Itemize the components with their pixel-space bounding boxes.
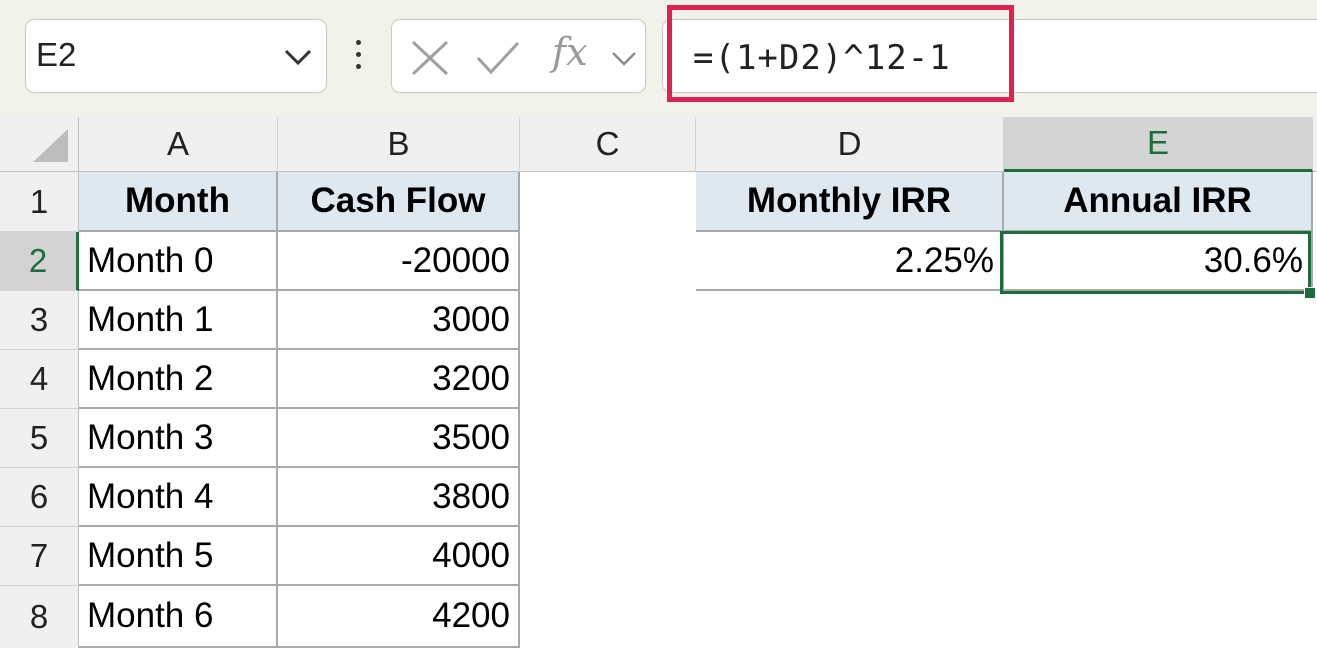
fill-handle[interactable] — [1304, 287, 1316, 299]
more-options-icon[interactable] — [352, 40, 364, 76]
cell-b5[interactable]: 3500 — [278, 409, 520, 468]
row-header-1[interactable]: 1 — [0, 172, 79, 232]
column-header-c[interactable]: C — [520, 117, 696, 172]
cell-a8[interactable]: Month 6 — [79, 586, 278, 648]
row-header-5[interactable]: 5 — [0, 409, 79, 468]
formula-controls: fx — [391, 19, 646, 93]
cell-a7[interactable]: Month 5 — [79, 527, 278, 586]
enter-icon[interactable] — [475, 40, 521, 76]
name-box-value: E2 — [36, 36, 77, 73]
column-header-e[interactable]: E — [1004, 117, 1313, 172]
cell-a6[interactable]: Month 4 — [79, 468, 278, 527]
cell-a5[interactable]: Month 3 — [79, 409, 278, 468]
name-box[interactable]: E2 — [25, 19, 327, 93]
cell-d1[interactable]: Monthly IRR — [696, 172, 1004, 232]
chevron-down-icon[interactable] — [610, 48, 638, 70]
cell-b7[interactable]: 4000 — [278, 527, 520, 586]
row-header-4[interactable]: 4 — [0, 350, 79, 409]
cell-b2[interactable]: -20000 — [278, 232, 520, 291]
cell-a4[interactable]: Month 2 — [79, 350, 278, 409]
column-header-d[interactable]: D — [696, 117, 1004, 172]
cell-a1[interactable]: Month — [79, 172, 278, 232]
select-all-triangle-icon — [33, 129, 68, 162]
cell-b4[interactable]: 3200 — [278, 350, 520, 409]
row-header-8[interactable]: 8 — [0, 586, 79, 648]
active-cell-border — [1000, 231, 1311, 294]
cancel-icon[interactable] — [410, 40, 450, 76]
cell-b1[interactable]: Cash Flow — [278, 172, 520, 232]
column-header-a[interactable]: A — [79, 117, 278, 172]
formula-bar: E2 fx =(1+D2)^12-1 — [0, 0, 1317, 117]
cell-a2[interactable]: Month 0 — [79, 232, 278, 291]
fx-icon[interactable]: fx — [552, 30, 588, 74]
select-all-button[interactable] — [0, 117, 79, 172]
row-header-3[interactable]: 3 — [0, 291, 79, 350]
column-header-b[interactable]: B — [278, 117, 520, 172]
cell-b3[interactable]: 3000 — [278, 291, 520, 350]
formula-highlight-box — [667, 5, 1014, 102]
cell-b6[interactable]: 3800 — [278, 468, 520, 527]
cell-b8[interactable]: 4200 — [278, 586, 520, 648]
chevron-down-icon[interactable] — [282, 44, 314, 70]
row-header-7[interactable]: 7 — [0, 527, 79, 586]
cell-d2[interactable]: 2.25% — [696, 232, 1004, 291]
row-header-6[interactable]: 6 — [0, 468, 79, 527]
cell-a3[interactable]: Month 1 — [79, 291, 278, 350]
row-header-2[interactable]: 2 — [0, 232, 79, 291]
cell-e1[interactable]: Annual IRR — [1004, 172, 1313, 232]
column-header-f[interactable] — [1313, 117, 1317, 172]
